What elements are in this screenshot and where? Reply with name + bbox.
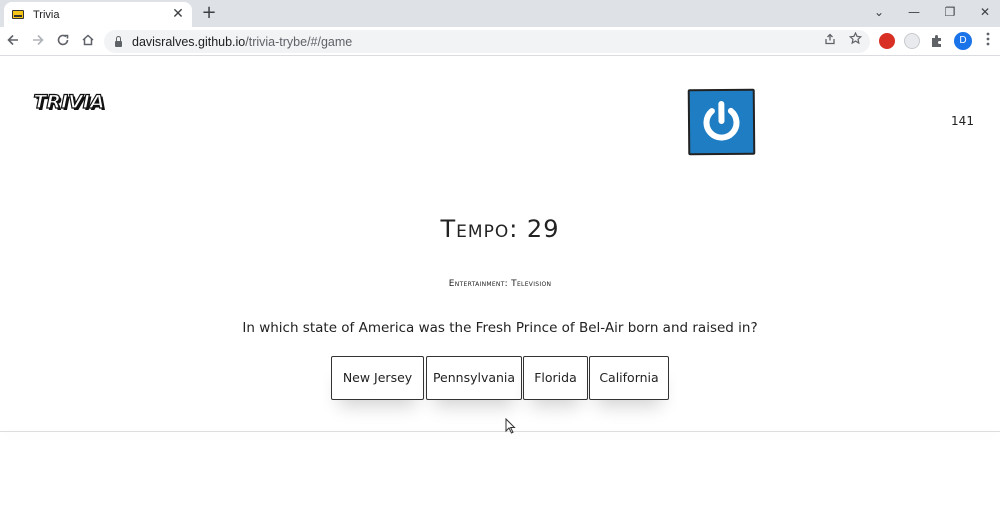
browser-toolbar: davisralves.github.io/trivia-trybe/#/gam…: [0, 27, 1000, 56]
tab-title: Trivia: [33, 8, 60, 21]
trivia-game-page: TRIVIA TRIVIA 141 Tempo: 29 Entertainmen…: [0, 57, 1000, 524]
minimize-icon[interactable]: —: [903, 3, 925, 21]
extensions-puzzle-icon[interactable]: [929, 33, 945, 49]
profile-avatar[interactable]: D: [954, 32, 972, 50]
trivia-favicon-icon: [12, 10, 24, 19]
chrome-menu-icon[interactable]: [978, 31, 998, 51]
power-icon: [703, 101, 740, 141]
extension-icon[interactable]: [904, 33, 920, 49]
back-icon[interactable]: [3, 32, 23, 52]
tab-close-icon[interactable]: ✕: [170, 6, 186, 22]
svg-text:TRIVIA: TRIVIA: [33, 91, 104, 113]
player-avatar: [687, 88, 756, 156]
tab-search-icon[interactable]: ⌄: [868, 3, 890, 21]
lock-icon[interactable]: [115, 35, 122, 47]
address-bar[interactable]: davisralves.github.io/trivia-trybe/#/gam…: [104, 30, 870, 53]
close-window-icon[interactable]: ✕: [974, 3, 996, 21]
browser-tab-bar: Trivia ✕ + ⌄ — ❐ ✕: [0, 0, 1000, 27]
restore-icon[interactable]: ❐: [939, 3, 961, 21]
question-category: Entertainment: Television: [448, 279, 552, 289]
adblock-extension-icon[interactable]: [879, 33, 895, 49]
answer-options: New Jersey Pennsylvania Florida Californ…: [331, 356, 669, 400]
answer-button-new-jersey[interactable]: New Jersey: [331, 356, 424, 400]
answer-button-pennsylvania[interactable]: Pennsylvania: [426, 356, 522, 400]
share-icon[interactable]: [820, 31, 840, 51]
answer-button-california[interactable]: California: [589, 356, 669, 400]
browser-tab[interactable]: Trivia ✕: [4, 2, 192, 27]
home-icon[interactable]: [78, 32, 98, 52]
forward-icon[interactable]: [28, 32, 48, 52]
reload-icon[interactable]: [53, 32, 73, 52]
trivia-logo: TRIVIA TRIVIA: [33, 90, 107, 115]
bookmark-star-icon[interactable]: [845, 31, 865, 51]
timer: Tempo: 29: [440, 215, 560, 243]
answer-button-florida[interactable]: Florida: [523, 356, 588, 400]
question-text: In which state of America was the Fresh …: [242, 320, 758, 336]
content-divider: [0, 431, 1000, 432]
mouse-cursor-icon: [505, 418, 516, 434]
url-text[interactable]: davisralves.github.io/trivia-trybe/#/gam…: [132, 35, 352, 49]
new-tab-button[interactable]: +: [198, 3, 220, 25]
player-score: 141: [951, 114, 974, 128]
